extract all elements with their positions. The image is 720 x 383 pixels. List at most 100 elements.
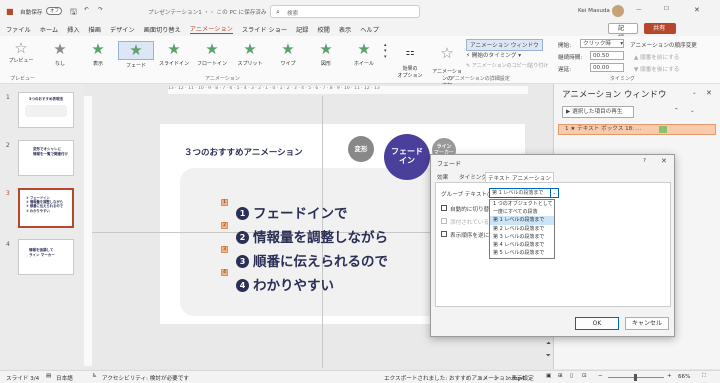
save-icon[interactable]: 🖫: [70, 6, 77, 20]
animation-list-item[interactable]: 1 ★ テキスト ボックス 18: ...: [558, 124, 716, 135]
dialog-close-icon[interactable]: ✕: [661, 157, 667, 165]
animation-tag[interactable]: 4: [221, 269, 228, 276]
tab-timing[interactable]: タイミング: [459, 173, 487, 181]
bullet-item[interactable]: 1 フェードインで: [236, 202, 348, 222]
fit-slide-icon[interactable]: ⛶: [702, 373, 706, 380]
effect-wheel[interactable]: ★ ホイール: [346, 41, 382, 68]
language[interactable]: 日本語: [56, 374, 73, 382]
slide-sorter-icon[interactable]: ⊞: [558, 373, 563, 379]
pane-close-icon[interactable]: ✕: [706, 89, 712, 97]
dropdown-option[interactable]: 一度にすべての段落: [490, 208, 554, 216]
effect-fly-in[interactable]: ★ スライドイン: [156, 41, 192, 68]
effect-split[interactable]: ★ スプリット: [232, 41, 268, 68]
circle-fade-in[interactable]: フェード イン: [384, 134, 430, 180]
bullet-item[interactable]: 2 情報量を調整しながら: [236, 226, 388, 246]
redo-icon[interactable]: ↷: [98, 7, 103, 13]
effect-appear[interactable]: ★ 表示: [80, 41, 116, 68]
avatar[interactable]: [612, 5, 624, 17]
export-status: エクスポートされました: おすすめアニメーション.mp4: [384, 376, 525, 382]
animation-tag[interactable]: 2: [221, 222, 228, 229]
group-text-select[interactable]: 第 1 レベルの段落まで ⌄: [489, 188, 559, 198]
attached-checkbox[interactable]: [441, 218, 447, 224]
display-settings-button[interactable]: ▭表示設定: [506, 374, 534, 382]
menu-insert[interactable]: 挿入: [67, 25, 79, 34]
maximize-icon[interactable]: ☐: [664, 6, 669, 12]
record-button[interactable]: 記録: [608, 23, 638, 42]
animation-tag[interactable]: 3: [221, 246, 228, 253]
cancel-button[interactable]: キャンセル: [625, 317, 669, 330]
vertical-ruler: [84, 96, 92, 366]
menu-file[interactable]: ファイル: [6, 25, 31, 34]
menu-help[interactable]: ヘルプ: [360, 25, 379, 34]
trigger-button[interactable]: ⚡ 開始のタイミング ▾: [466, 51, 521, 59]
slide-thumbnail-3[interactable]: ① フェードイン ② 情報量を調整しながら ③ 順番に伝えられるので ④ わかり…: [18, 188, 74, 228]
slideshow-icon[interactable]: ⊡: [582, 373, 587, 379]
accessibility-icon[interactable]: ♿: [92, 373, 97, 379]
dropdown-option-selected[interactable]: 第 1 レベルの段落まで: [490, 216, 554, 225]
effect-none[interactable]: ★ なし: [42, 41, 78, 68]
effect-fade[interactable]: ★ フェード: [118, 41, 154, 69]
auto-checkbox[interactable]: [441, 205, 447, 211]
slide-thumbnail-1[interactable]: 3つのおすすめ表現法: [18, 92, 74, 128]
animation-tag[interactable]: 1: [221, 199, 228, 206]
dropdown-option[interactable]: 第 5 レベルの段落まで: [490, 249, 554, 257]
slide-thumbnail-2[interactable]: 変形でオシャレに 情報を一覧で関連付け: [18, 140, 74, 176]
dropdown-option[interactable]: 1 つのオブジェクトとして: [490, 200, 554, 208]
normal-view-icon[interactable]: ▣: [546, 373, 551, 379]
help-icon[interactable]: ?: [643, 158, 646, 164]
minimize-icon[interactable]: —: [636, 7, 642, 13]
share-button[interactable]: 共有: [644, 23, 676, 34]
bullet-item[interactable]: 4 わかりやすい: [236, 274, 334, 294]
close-icon[interactable]: ✕: [694, 6, 700, 14]
tab-effect[interactable]: 効果: [437, 173, 448, 181]
dropdown-option[interactable]: 第 2 レベルの段落まで: [490, 225, 554, 233]
preview-button[interactable]: ☆ プレビュー: [6, 40, 36, 65]
search-box[interactable]: ⌕ 検索: [270, 5, 420, 18]
bullet-item[interactable]: 3 順番に伝えられるので: [236, 250, 388, 270]
scroll-up-icon[interactable]: ⏶: [546, 340, 551, 348]
slide-thumbnail-4[interactable]: 情報を強調して ライン マーカー: [18, 239, 74, 275]
ok-button[interactable]: OK: [575, 317, 619, 330]
delay-input[interactable]: 00.00: [590, 63, 624, 72]
start-select[interactable]: クリック時 ▾: [580, 39, 624, 48]
reverse-checkbox[interactable]: [441, 231, 447, 237]
menu-animations[interactable]: アニメーション: [189, 24, 233, 34]
menu-home[interactable]: ホーム: [40, 25, 58, 34]
dropdown-option[interactable]: 第 4 レベルの段落まで: [490, 241, 554, 249]
effect-wipe[interactable]: ★ ワイプ: [270, 41, 306, 68]
animation-painter-button[interactable]: ✎ アニメーションのコピー/貼り付け: [466, 62, 548, 69]
menu-record[interactable]: 記録: [296, 25, 308, 34]
effect-float-in[interactable]: ★ フロートイン: [194, 41, 230, 68]
accessibility-status[interactable]: アクセシビリティ: 検討が必要です: [102, 374, 189, 382]
move-up-icon[interactable]: ⌃: [674, 108, 679, 114]
undo-icon[interactable]: ↶: [84, 7, 89, 13]
notes-button[interactable]: ≡ノート: [478, 374, 499, 382]
circle-morph[interactable]: 変形: [348, 136, 374, 162]
animation-pane-button[interactable]: アニメーション ウィンドウ: [466, 39, 543, 51]
effect-options-button[interactable]: ⚏ 効果の オプション: [396, 40, 424, 79]
play-selected-button[interactable]: ▶ 選択した項目の再生: [562, 106, 634, 118]
menu-draw[interactable]: 描画: [89, 25, 101, 34]
menu-transitions[interactable]: 画面切り替え: [144, 25, 181, 34]
zoom-slider-thumb[interactable]: [634, 374, 637, 381]
menu-review[interactable]: 校閲: [318, 25, 330, 34]
zoom-out-icon[interactable]: −: [598, 373, 603, 379]
move-earlier-button[interactable]: ▲ 順番を前にする: [634, 53, 679, 61]
menu-view[interactable]: 表示: [339, 25, 351, 34]
reading-view-icon[interactable]: ▯: [570, 373, 573, 379]
spelling-icon[interactable]: ▤: [46, 373, 51, 379]
zoom-level[interactable]: 66%: [678, 374, 690, 380]
move-later-button[interactable]: ▼ 順番を後にする: [634, 65, 679, 73]
effect-shape[interactable]: ★ 図形: [308, 41, 344, 68]
menu-slideshow[interactable]: スライド ショー: [242, 25, 287, 34]
move-down-icon[interactable]: ⌄: [690, 108, 695, 114]
gallery-scroll-icon[interactable]: ▴ ▾ ▾: [384, 42, 387, 60]
zoom-in-icon[interactable]: +: [667, 373, 672, 379]
dropdown-option[interactable]: 第 3 レベルの段落まで: [490, 233, 554, 241]
group-text-dropdown[interactable]: 1 つのオブジェクトとして 一度にすべての段落 第 1 レベルの段落まで 第 2…: [489, 199, 555, 259]
duration-input[interactable]: 00.50: [590, 51, 624, 60]
pane-options-icon[interactable]: ⌄: [692, 90, 697, 96]
scroll-down-icon[interactable]: ⏷: [546, 352, 551, 360]
menu-design[interactable]: デザイン: [110, 25, 135, 34]
slide-heading[interactable]: ３つのおすすめアニメーション: [184, 146, 303, 158]
